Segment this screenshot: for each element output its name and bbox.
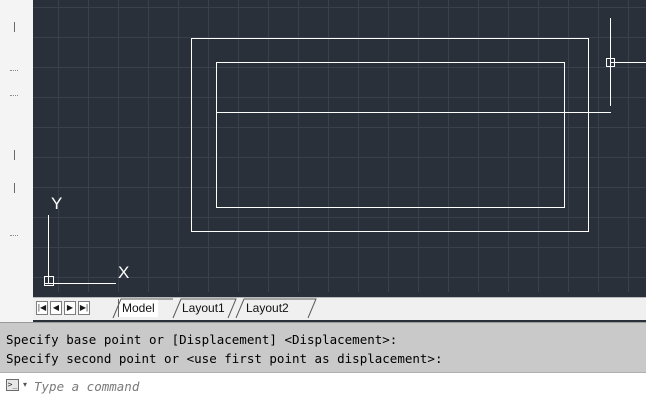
command-history: Specify base point or [Displacement] <Di… [0, 322, 646, 373]
drawing-svg: Y X [44, 18, 646, 286]
command-history-line: Specify base point or [Displacement] <Di… [6, 332, 398, 347]
inner-rectangle[interactable] [216, 62, 565, 208]
left-panel-strip [0, 0, 33, 322]
tab-layout2[interactable]: Layout2 [243, 299, 292, 317]
crosshair-cursor-icon [606, 18, 646, 106]
tab-layout1[interactable]: Layout1 [179, 299, 228, 317]
drawing-canvas[interactable]: Y X [33, 0, 646, 292]
outer-rectangle[interactable] [191, 38, 589, 232]
layout-tab-bar: |◀ ◀ ▶ ▶| Model Layout1 Layout2 [33, 292, 646, 322]
ucs-x-label: X [118, 263, 129, 282]
right-panel-strip [646, 0, 656, 322]
divider [10, 95, 18, 96]
command-prompt-icon[interactable]: >_ [6, 379, 19, 391]
divider [10, 235, 18, 236]
ucs-y-label: Y [51, 194, 62, 213]
divider [14, 22, 15, 32]
command-input[interactable] [34, 376, 634, 396]
ucs-icon: Y X [44, 194, 129, 286]
command-history-line: Specify second point or <use first point… [6, 351, 443, 366]
divider [10, 70, 18, 71]
bottom-strip [0, 399, 656, 405]
divider [14, 183, 15, 193]
chevron-down-icon[interactable]: ▾ [23, 380, 27, 389]
divider [14, 150, 15, 160]
command-line: >_ ▾ [0, 372, 646, 401]
tab-strip: |◀ ◀ ▶ ▶| Model Layout1 Layout2 [33, 297, 646, 320]
